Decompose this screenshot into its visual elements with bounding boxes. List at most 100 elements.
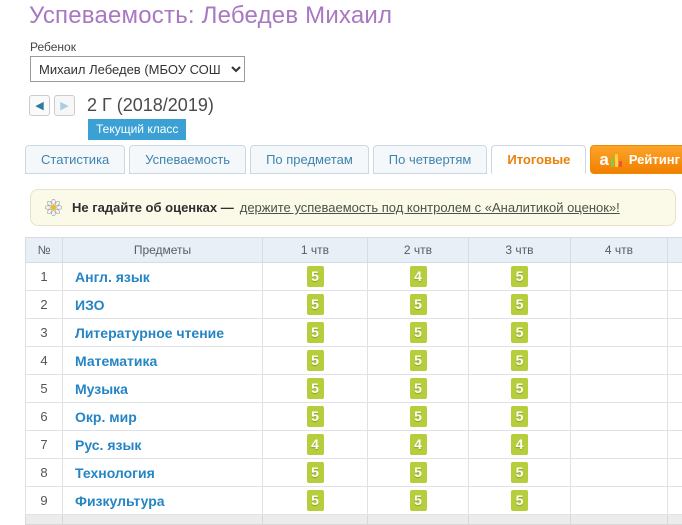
grade-badge[interactable]: 5 — [307, 322, 324, 343]
table-row: 7Рус. язык444 — [26, 431, 682, 459]
next-class-arrow-button[interactable]: ▶ — [54, 95, 75, 116]
row-number: 4 — [26, 347, 63, 375]
footer-cell — [668, 515, 682, 525]
row-number: 3 — [26, 319, 63, 347]
grade-badge[interactable]: 4 — [511, 434, 528, 455]
grade-badge[interactable]: 5 — [511, 322, 528, 343]
grade-badge[interactable]: 5 — [307, 350, 324, 371]
row-number: 6 — [26, 403, 63, 431]
grade-cell: 5 — [368, 403, 469, 431]
subject-link[interactable]: ИЗО — [75, 297, 105, 313]
class-rating-button[interactable]: a Рейтинг в классе — [590, 145, 682, 174]
subject-cell: Музыка — [63, 375, 263, 403]
subject-link[interactable]: Англ. язык — [75, 269, 150, 285]
grade-badge[interactable]: 5 — [410, 294, 427, 315]
tabs-list: СтатистикаУспеваемостьПо предметамПо чет… — [25, 145, 590, 174]
grade-cell — [668, 487, 682, 515]
grade-badge[interactable]: 5 — [307, 294, 324, 315]
page-title: Успеваемость: Лебедев Михаил — [29, 2, 392, 30]
subject-cell: Физкультура — [63, 487, 263, 515]
class-name: 2 Г (2018/2019) — [87, 95, 214, 116]
grade-badge[interactable]: 5 — [511, 462, 528, 483]
grade-badge[interactable]: 5 — [511, 490, 528, 511]
subject-link[interactable]: Физкультура — [75, 493, 165, 509]
grade-badge[interactable]: 5 — [307, 462, 324, 483]
grade-cell: 5 — [368, 319, 469, 347]
grade-cell — [571, 347, 668, 375]
grade-badge[interactable]: 5 — [410, 462, 427, 483]
column-header: 1 чтв — [263, 238, 368, 263]
grade-badge[interactable]: 5 — [410, 378, 427, 399]
footer-cell — [263, 515, 368, 525]
grade-cell: 5 — [469, 291, 571, 319]
grade-badge[interactable]: 4 — [410, 434, 427, 455]
grade-cell: 5 — [368, 487, 469, 515]
grade-cell — [668, 347, 682, 375]
grade-badge[interactable]: 5 — [307, 490, 324, 511]
grade-cell — [668, 291, 682, 319]
tab-performance[interactable]: Успеваемость — [129, 145, 246, 174]
grade-cell: 5 — [368, 347, 469, 375]
subject-link[interactable]: Окр. мир — [75, 409, 137, 425]
grade-badge[interactable]: 5 — [410, 490, 427, 511]
final-grades-table: №Предметы1 чтв2 чтв3 чтв4 чтв 1Англ. язы… — [25, 237, 682, 525]
footer-cell — [469, 515, 571, 525]
analytics-promo-link[interactable]: держите успеваемость под контролем с «Ан… — [240, 200, 620, 215]
previous-class-arrow-button[interactable]: ◀ — [29, 95, 50, 116]
table-row: 8 Технология 5 5 5 — [26, 459, 682, 487]
grade-badge[interactable]: 5 — [511, 350, 528, 371]
table-body: 1Англ. язык5452ИЗО5553Литературное чтени… — [26, 263, 682, 525]
subject-link[interactable]: Музыка — [75, 381, 128, 397]
child-select[interactable]: Михаил Лебедев (МБОУ СОШ №5 с у — [30, 56, 245, 82]
grade-cell: 5 — [469, 263, 571, 291]
grade-cell: 5 — [263, 403, 368, 431]
grade-cell — [668, 403, 682, 431]
grade-badge[interactable]: 5 — [307, 266, 324, 287]
grade-cell: 5 — [469, 487, 571, 515]
table-row: 6 Окр. мир 5 5 5 — [26, 403, 682, 431]
row-number: 8 — [26, 459, 63, 487]
analytics-promo-banner: Не гадайте об оценках — держите успеваем… — [30, 189, 676, 226]
grade-cell — [668, 459, 682, 487]
grade-cell — [668, 375, 682, 403]
subject-link[interactable]: Рус. язык — [75, 437, 141, 453]
grade-cell — [571, 319, 668, 347]
grade-badge[interactable]: 5 — [410, 350, 427, 371]
column-header: 3 чтв — [469, 238, 571, 263]
subject-link[interactable]: Литературное чтение — [75, 325, 224, 341]
tab-final[interactable]: Итоговые — [491, 145, 586, 174]
grade-badge[interactable]: 5 — [511, 294, 528, 315]
column-header: № — [26, 238, 63, 263]
subject-link[interactable]: Технология — [75, 465, 155, 481]
grade-cell: 5 — [263, 319, 368, 347]
grade-cell: 5 — [469, 403, 571, 431]
tab-statistics[interactable]: Статистика — [25, 145, 125, 174]
grade-badge[interactable]: 5 — [307, 406, 324, 427]
grade-badge[interactable]: 5 — [511, 378, 528, 399]
grade-cell: 5 — [263, 347, 368, 375]
grade-badge[interactable]: 5 — [410, 406, 427, 427]
grade-badge[interactable]: 5 — [410, 322, 427, 343]
grade-badge[interactable]: 4 — [307, 434, 324, 455]
table-row: 2 ИЗО 5 5 5 — [26, 291, 682, 319]
grade-badge[interactable]: 5 — [511, 406, 528, 427]
grade-badge[interactable]: 4 — [410, 266, 427, 287]
grade-cell: 5 — [469, 459, 571, 487]
subject-cell: Технология — [63, 459, 263, 487]
tab-by-quarters[interactable]: По четвертям — [373, 145, 488, 174]
grade-cell: 5 — [469, 347, 571, 375]
table-row: 3 Литературное чтение 5 5 5 — [26, 319, 682, 347]
grade-cell: 4 — [368, 431, 469, 459]
column-header: 2 чтв — [368, 238, 469, 263]
grade-badge[interactable]: 5 — [307, 378, 324, 399]
tab-by-subjects[interactable]: По предметам — [250, 145, 369, 174]
grade-cell: 4 — [469, 431, 571, 459]
table-row: 5Музыка555 — [26, 375, 682, 403]
footer-cell — [368, 515, 469, 525]
grade-badge[interactable]: 5 — [511, 266, 528, 287]
grade-cell — [571, 403, 668, 431]
grade-cell: 5 — [368, 375, 469, 403]
row-number: 2 — [26, 291, 63, 319]
subject-link[interactable]: Математика — [75, 353, 157, 369]
grade-cell: 5 — [263, 291, 368, 319]
